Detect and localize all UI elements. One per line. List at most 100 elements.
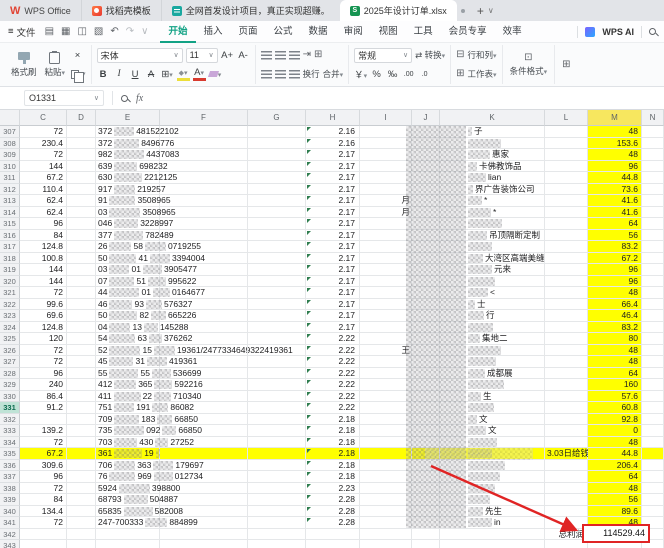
grid-cell[interactable]: 2.23 — [306, 483, 360, 495]
grid-cell[interactable] — [360, 322, 412, 334]
row-header[interactable]: 318 — [0, 253, 20, 265]
column-header[interactable]: G — [248, 110, 306, 126]
row-header[interactable]: 316 — [0, 230, 20, 242]
grid-cell[interactable] — [160, 264, 248, 276]
column-header[interactable]: I — [360, 110, 412, 126]
merge-button[interactable]: 合并▾ — [323, 68, 344, 80]
grid-cell[interactable] — [160, 448, 248, 460]
name-box-caret-icon[interactable]: ∨ — [94, 94, 99, 102]
grid-cell[interactable] — [160, 126, 248, 138]
grid-cell[interactable] — [545, 218, 588, 230]
grid-cell[interactable]: 月 — [360, 195, 412, 207]
increase-decimal-button[interactable]: .00 — [402, 71, 415, 78]
grid-cell[interactable]: 5463376262 — [96, 333, 160, 345]
grid-cell[interactable]: 100.8 — [20, 253, 67, 265]
fx-icon[interactable]: fx — [136, 93, 143, 104]
grid-cell[interactable]: 4693576327 — [96, 299, 160, 311]
grid-cell[interactable]: 72 — [20, 356, 67, 368]
grid-cell[interactable] — [248, 391, 306, 403]
italic-button[interactable]: I — [113, 69, 126, 79]
grid-cell[interactable] — [360, 138, 412, 150]
grid-cell[interactable] — [160, 276, 248, 288]
print-icon[interactable]: ◫ — [77, 26, 86, 37]
shrink-font-button[interactable]: A- — [237, 50, 250, 61]
grid-cell[interactable] — [248, 264, 306, 276]
profit-cell[interactable]: 96 — [588, 264, 642, 276]
grid-cell[interactable]: 0751995622 — [96, 276, 160, 288]
profit-cell[interactable]: 41.6 — [588, 195, 642, 207]
grid-cell[interactable] — [160, 161, 248, 173]
grid-cell[interactable]: 110.4 — [20, 184, 67, 196]
grid-cell[interactable] — [545, 126, 588, 138]
grid-cell[interactable]: 3611946500 — [96, 448, 160, 460]
tab-active-workbook[interactable]: S 2025年设计订单.xlsx — [340, 0, 457, 21]
grid-cell[interactable]: 124.8 — [20, 241, 67, 253]
grid-cell[interactable] — [160, 494, 248, 506]
grid-cell[interactable]: 44010164677 — [96, 287, 160, 299]
grid-cell[interactable] — [67, 149, 96, 161]
grid-cell[interactable] — [160, 356, 248, 368]
grid-cell[interactable]: 2.17 — [306, 184, 360, 196]
grid-cell[interactable] — [67, 391, 96, 403]
currency-button[interactable]: ￥▾ — [354, 67, 367, 81]
tab-promo-doc[interactable]: 全网首发设计项目，真正实现超赚。 — [161, 0, 340, 21]
grid-cell[interactable] — [160, 253, 248, 265]
grid-cell[interactable] — [160, 368, 248, 380]
grid-cell[interactable] — [248, 460, 306, 472]
grid-cell[interactable] — [248, 207, 306, 219]
grid-cell[interactable]: 2.17 — [306, 218, 360, 230]
grid-cell[interactable] — [67, 126, 96, 138]
grid-cell[interactable] — [642, 437, 664, 449]
grid-cell[interactable]: 2.22 — [306, 333, 360, 345]
grid-cell[interactable] — [67, 276, 96, 288]
grid-cell[interactable] — [360, 299, 412, 311]
row-header[interactable]: 325 — [0, 333, 20, 345]
grid-cell[interactable]: 2.28 — [306, 494, 360, 506]
grid-cell[interactable]: 2.18 — [306, 437, 360, 449]
grid-cell[interactable] — [545, 471, 588, 483]
row-header[interactable]: 321 — [0, 287, 20, 299]
grid-cell[interactable]: 月 — [360, 207, 412, 219]
grid-cell[interactable] — [642, 253, 664, 265]
row-header[interactable]: 330 — [0, 391, 20, 403]
grid-cell[interactable]: 240 — [20, 379, 67, 391]
grid-cell[interactable]: 3728496776 — [96, 138, 160, 150]
grid-cell[interactable] — [160, 345, 248, 357]
grid-cell[interactable]: 03013905477 — [96, 264, 160, 276]
grid-cell[interactable] — [360, 333, 412, 345]
grid-cell[interactable] — [248, 299, 306, 311]
grid-cell[interactable] — [360, 356, 412, 368]
quickbar-more-icon[interactable]: ∨ — [141, 26, 148, 37]
grid-cell[interactable]: 67.2 — [20, 448, 67, 460]
paste-button[interactable]: 粘贴▾ — [43, 52, 68, 78]
profit-cell[interactable]: 206.4 — [588, 460, 642, 472]
grid-cell[interactable]: 0463228997 — [96, 218, 160, 230]
row-header[interactable]: 343 — [0, 540, 20, 548]
grid-cell[interactable]: 72 — [20, 483, 67, 495]
menu-tab-tools[interactable]: 工具 — [406, 21, 441, 43]
profit-cell[interactable]: 56 — [588, 230, 642, 242]
grid-cell[interactable] — [642, 345, 664, 357]
grid-cell[interactable]: 706363179697 — [96, 460, 160, 472]
grid-cell[interactable] — [360, 494, 412, 506]
grid-cell[interactable] — [545, 437, 588, 449]
grow-font-button[interactable]: A+ — [221, 50, 234, 61]
grid-cell[interactable] — [642, 161, 664, 173]
grid-cell[interactable] — [248, 172, 306, 184]
borders-button[interactable]: ⊞▾ — [161, 69, 174, 80]
grid-cell[interactable] — [248, 471, 306, 483]
profit-cell[interactable]: 48 — [588, 126, 642, 138]
menu-tab-insert[interactable]: 插入 — [196, 21, 231, 43]
grid-cell[interactable]: 309.6 — [20, 460, 67, 472]
grid-cell[interactable] — [160, 184, 248, 196]
decrease-decimal-button[interactable]: .0 — [418, 71, 431, 78]
font-name-select[interactable]: 宋体∨ — [97, 48, 183, 63]
grid-cell[interactable] — [160, 483, 248, 495]
profit-cell[interactable]: 41.6 — [588, 207, 642, 219]
grid-cell[interactable] — [545, 506, 588, 518]
grid-cell[interactable] — [20, 529, 67, 541]
grid-cell[interactable]: 2.17 — [306, 310, 360, 322]
grid-cell[interactable] — [642, 379, 664, 391]
format-painter-button[interactable]: 格式刷 — [9, 52, 39, 78]
grid-cell[interactable]: 139.2 — [20, 425, 67, 437]
